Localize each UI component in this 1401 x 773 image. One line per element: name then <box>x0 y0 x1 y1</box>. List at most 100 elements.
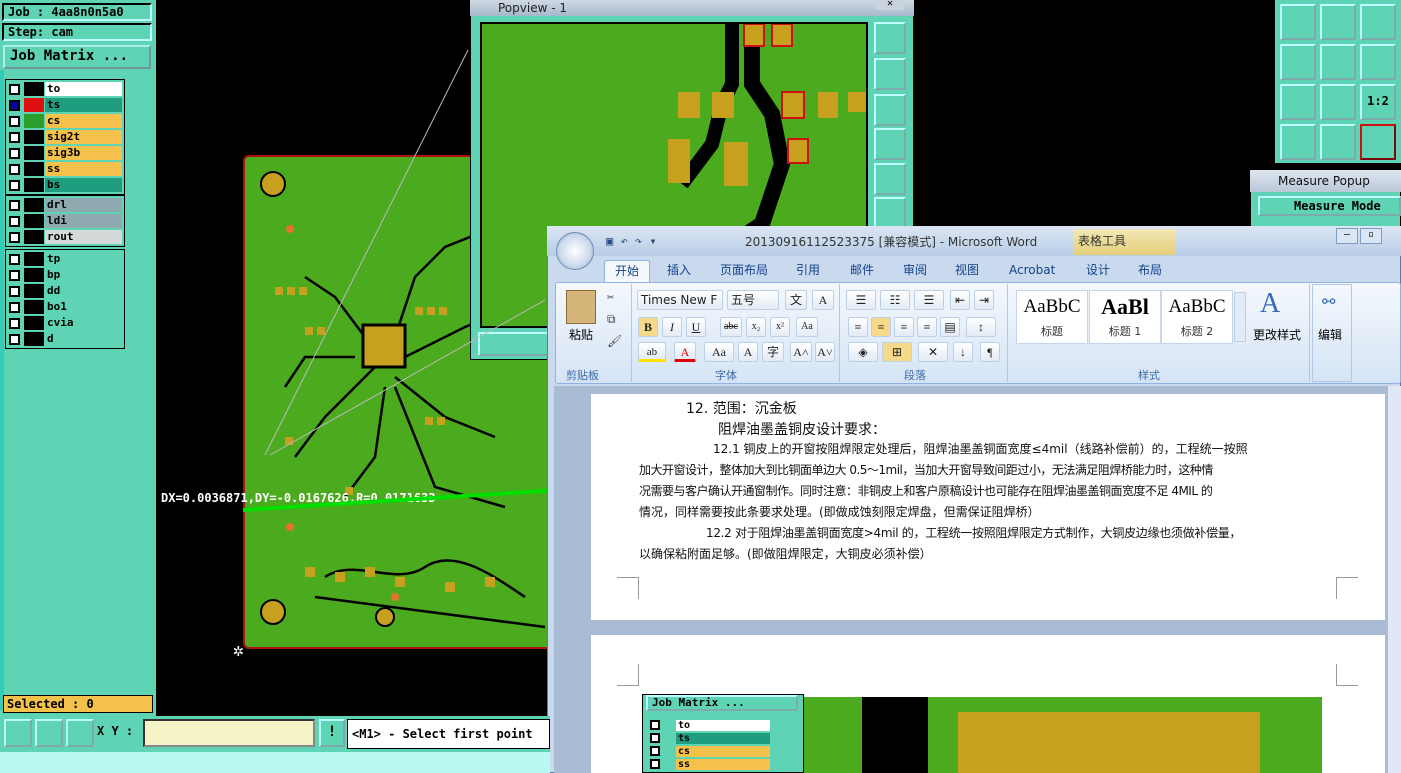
layer-name[interactable]: ts <box>45 98 122 112</box>
ribbon-tab[interactable]: 插入 <box>657 260 701 282</box>
layer-color-swatch[interactable] <box>24 162 44 176</box>
ribbon-tab[interactable]: 页面布局 <box>710 260 778 282</box>
distribute-icon[interactable]: ▤ <box>940 317 960 337</box>
snap-icon[interactable] <box>1360 124 1396 160</box>
sort-icon[interactable]: ↓ <box>953 342 973 362</box>
layer-color-swatch[interactable] <box>24 332 44 346</box>
layer-color-swatch[interactable] <box>24 198 44 212</box>
edit-label[interactable]: 编辑 <box>1318 326 1342 343</box>
styles-scroll[interactable] <box>1234 292 1246 342</box>
underline-icon[interactable]: U <box>686 317 706 337</box>
measure-icon[interactable] <box>1320 124 1356 160</box>
paste-label[interactable]: 粘贴 <box>569 326 593 343</box>
layer-row[interactable]: d <box>6 331 124 347</box>
popview-btn-4[interactable] <box>874 128 906 160</box>
layer-color-swatch[interactable] <box>24 114 44 128</box>
quick-access-icons[interactable]: ▣ ↶ ↷ ▾ <box>606 234 657 248</box>
layer-row[interactable]: ts <box>6 97 124 113</box>
binoculars-icon[interactable]: ⚯ <box>1322 292 1335 311</box>
font-color-icon[interactable]: A <box>674 342 696 362</box>
line-spacing-icon[interactable]: ↕ <box>966 317 996 337</box>
layer-name[interactable]: tp <box>45 252 122 266</box>
grow-font-icon[interactable]: A˄ <box>790 342 812 362</box>
style-item[interactable]: AaBbC 标题 2 <box>1161 290 1233 344</box>
measure-mode-label[interactable]: Measure Mode <box>1258 196 1401 216</box>
pan-up-icon[interactable] <box>1280 4 1316 40</box>
layer-color-swatch[interactable] <box>24 268 44 282</box>
layer-name[interactable]: bo1 <box>45 300 122 314</box>
decrease-indent-icon[interactable]: ⇤ <box>950 290 970 310</box>
borders-icon[interactable]: ⊞ <box>882 342 912 362</box>
layer-name[interactable]: dd <box>45 284 122 298</box>
layer-row[interactable]: cs <box>6 113 124 129</box>
layer-name[interactable]: sig2t <box>45 130 122 144</box>
layer-color-swatch[interactable] <box>24 284 44 298</box>
layer-row[interactable]: sig2t <box>6 129 124 145</box>
font-size-select[interactable]: 五号 <box>727 290 779 310</box>
shading-icon[interactable]: ◈ <box>848 342 878 362</box>
layer-name[interactable]: to <box>45 82 122 96</box>
layer-color-swatch[interactable] <box>24 214 44 228</box>
office-button-icon[interactable] <box>556 232 594 270</box>
layer-name[interactable]: ss <box>45 162 122 176</box>
layer-row[interactable]: to <box>6 81 124 97</box>
layer-checkbox[interactable] <box>9 301 20 313</box>
bold-icon[interactable]: B <box>638 317 658 337</box>
layer-row[interactable]: tp <box>6 251 124 267</box>
align-center-icon[interactable]: ≡ <box>871 317 891 337</box>
ribbon-tab[interactable]: 设计 <box>1076 260 1120 282</box>
layer-row[interactable]: bo1 <box>6 299 124 315</box>
layer-checkbox[interactable] <box>9 131 20 143</box>
superscript-icon[interactable]: x² <box>770 317 790 337</box>
layer-name[interactable]: d <box>45 332 122 346</box>
clear-format-icon[interactable]: Aa <box>796 317 818 337</box>
popview-btn-6[interactable] <box>874 197 906 229</box>
popview-btn-1[interactable] <box>874 22 906 54</box>
layer-name[interactable]: cs <box>45 114 122 128</box>
layer-checkbox[interactable] <box>9 253 20 265</box>
layer-row[interactable]: cvia <box>6 315 124 331</box>
layer-checkbox[interactable] <box>9 147 20 159</box>
change-case-icon[interactable]: Aa <box>704 342 734 362</box>
layer-checkbox[interactable] <box>9 285 20 297</box>
subscript-icon[interactable]: x₂ <box>746 317 766 337</box>
popview-btn-5[interactable] <box>874 163 906 195</box>
pan-down-icon[interactable] <box>1320 4 1356 40</box>
restore-icon[interactable]: ▫ <box>1360 228 1382 244</box>
layer-row[interactable]: ss <box>6 161 124 177</box>
layer-name[interactable]: rout <box>45 230 122 244</box>
char-border-icon[interactable]: A <box>812 290 834 310</box>
job-matrix-button[interactable]: Job Matrix ... <box>3 45 151 69</box>
layer-checkbox[interactable] <box>9 179 20 191</box>
popview-btn-2[interactable] <box>874 58 906 90</box>
highlight-icon[interactable]: ab <box>638 342 666 362</box>
pan-right-icon[interactable] <box>1320 44 1356 80</box>
zoom-1-2-icon[interactable]: 1:2 <box>1360 84 1396 120</box>
align-right-icon[interactable]: ≡ <box>894 317 914 337</box>
layer-checkbox[interactable] <box>9 317 20 329</box>
close-icon[interactable]: ✕ <box>876 0 904 10</box>
layer-color-swatch[interactable] <box>24 130 44 144</box>
pan-left-icon[interactable] <box>1280 44 1316 80</box>
layer-checkbox[interactable] <box>9 199 20 211</box>
layer-checkbox[interactable] <box>9 115 20 127</box>
layer-name[interactable]: drl <box>45 198 122 212</box>
vertical-scrollbar[interactable] <box>1387 386 1401 773</box>
ribbon-tab[interactable]: 邮件 <box>840 260 884 282</box>
layer-row[interactable]: rout <box>6 229 124 245</box>
layer-color-swatch[interactable] <box>24 98 44 112</box>
home-icon[interactable] <box>1360 4 1396 40</box>
layer-checkbox[interactable] <box>9 83 20 95</box>
bullets-icon[interactable]: ☰ <box>846 290 876 310</box>
italic-icon[interactable]: I <box>662 317 682 337</box>
layer-checkbox[interactable] <box>9 269 20 281</box>
layer-row[interactable]: ldi <box>6 213 124 229</box>
measure-tool-icon[interactable] <box>35 719 63 747</box>
xy-input[interactable] <box>143 719 315 747</box>
layer-row[interactable]: sig3b <box>6 145 124 161</box>
increase-indent-icon[interactable]: ⇥ <box>974 290 994 310</box>
layer-color-swatch[interactable] <box>24 146 44 160</box>
layer-checkbox[interactable] <box>9 231 20 243</box>
zoom-fit-icon[interactable] <box>1360 44 1396 80</box>
align-left-icon[interactable]: ≡ <box>848 317 868 337</box>
